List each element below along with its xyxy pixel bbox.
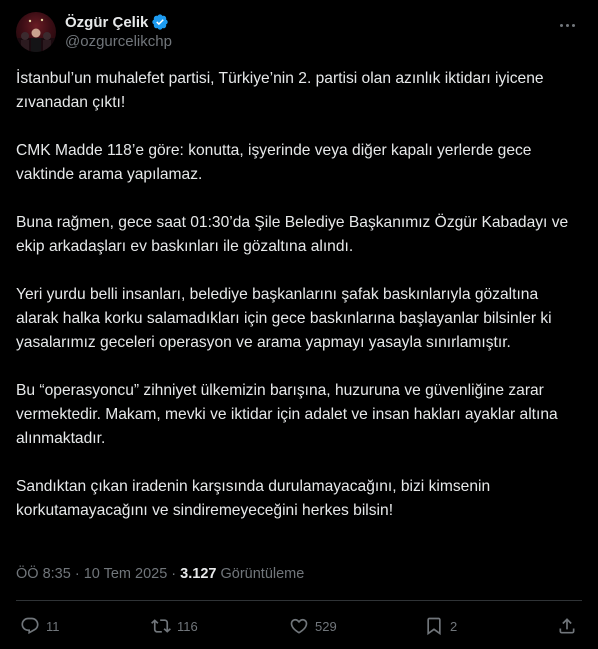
display-name[interactable]: Özgür Çelik bbox=[65, 14, 148, 31]
views-count: 3.127 bbox=[180, 566, 217, 582]
tweet-paragraph: Sandıktan çıkan iradenin karşısında duru… bbox=[16, 478, 491, 519]
author-names: Özgür Çelik @ozgurcelikchp bbox=[65, 12, 172, 51]
tweet: Özgür Çelik @ozgurcelikchp İstanbul’un m… bbox=[0, 0, 598, 649]
repost-count: 116 bbox=[177, 618, 198, 634]
verified-badge-icon bbox=[151, 13, 169, 31]
repost-icon bbox=[151, 616, 171, 636]
tweet-paragraph: İstanbul’un muhalefet partisi, Türkiye’n… bbox=[16, 70, 544, 111]
meta-separator: · bbox=[70, 566, 84, 582]
tweet-text: İstanbul’un muhalefet partisi, Türkiye’n… bbox=[16, 67, 582, 523]
author-handle[interactable]: @ozgurcelikchp bbox=[65, 33, 172, 50]
action-bar: 11 116 529 2 bbox=[16, 612, 582, 640]
avatar[interactable] bbox=[16, 12, 56, 52]
more-options-button[interactable] bbox=[552, 14, 582, 36]
more-horizontal-icon bbox=[559, 23, 563, 27]
tweet-date[interactable]: 10 Tem 2025 bbox=[84, 566, 168, 582]
tweet-meta: ÖÖ 8:35 · 10 Tem 2025 · 3.127 Görüntülem… bbox=[16, 564, 304, 584]
views-label: Görüntüleme bbox=[220, 566, 305, 582]
meta-separator: · bbox=[167, 566, 181, 582]
heart-icon bbox=[289, 616, 309, 636]
reply-button[interactable]: 11 bbox=[20, 612, 60, 640]
bookmark-icon bbox=[424, 616, 444, 636]
repost-button[interactable]: 116 bbox=[151, 612, 198, 640]
reply-count: 11 bbox=[46, 618, 60, 634]
bookmark-button[interactable]: 2 bbox=[424, 612, 457, 640]
like-button[interactable]: 529 bbox=[289, 612, 337, 640]
tweet-paragraph: Bu “operasyoncu” zihniyet ülkemizin barı… bbox=[16, 382, 558, 447]
tweet-header: Özgür Çelik @ozgurcelikchp bbox=[16, 12, 582, 56]
tweet-paragraph: CMK Madde 118’e göre: konutta, işyerinde… bbox=[16, 142, 532, 183]
share-button[interactable] bbox=[557, 612, 577, 640]
tweet-paragraph: Buna rağmen, gece saat 01:30’da Şile Bel… bbox=[16, 214, 569, 255]
share-icon bbox=[557, 616, 577, 636]
reply-icon bbox=[20, 616, 40, 636]
bookmark-count: 2 bbox=[450, 618, 458, 634]
divider bbox=[16, 600, 582, 601]
like-count: 529 bbox=[315, 618, 337, 634]
tweet-time[interactable]: ÖÖ 8:35 bbox=[16, 566, 71, 582]
tweet-paragraph: Yeri yurdu belli insanları, belediye baş… bbox=[16, 286, 552, 351]
